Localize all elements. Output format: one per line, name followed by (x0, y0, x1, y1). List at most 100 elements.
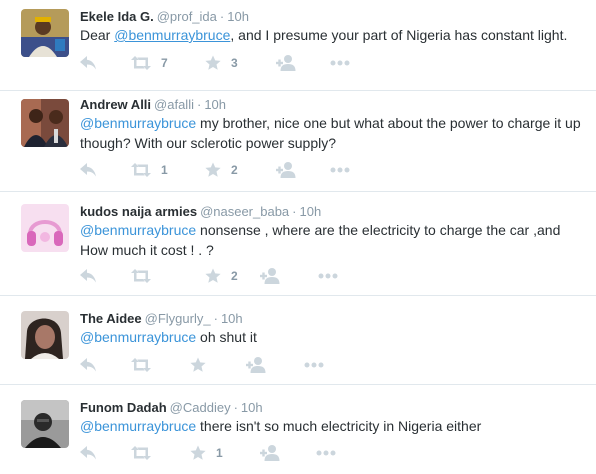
favorite-count: 2 (231, 269, 238, 283)
more-button[interactable] (330, 160, 350, 180)
follow-button[interactable] (276, 53, 296, 73)
user-handle[interactable]: @naseer_baba (200, 204, 289, 219)
retweet-button[interactable]: 7 (131, 53, 168, 73)
follow-icon (276, 55, 296, 71)
tweet-header: The Aidee @Flygurly_ · 10h (80, 311, 243, 327)
reply-button[interactable] (80, 443, 96, 463)
mention-link[interactable]: @benmurraybruce (80, 418, 196, 434)
retweet-icon (131, 358, 151, 372)
reply-icon (80, 446, 96, 460)
tweet-text: @benmurraybruce oh shut it (80, 327, 585, 347)
more-button[interactable] (318, 266, 338, 286)
tweet-header: Andrew Alli @afalli · 10h (80, 97, 226, 113)
more-button[interactable] (304, 355, 324, 375)
reply-icon (80, 56, 96, 70)
avatar[interactable] (21, 204, 69, 252)
timestamp[interactable]: 10h (204, 97, 226, 112)
tweet-text-body: there isn't so much electricity in Niger… (196, 418, 482, 434)
retweet-button[interactable] (131, 266, 161, 286)
tweet-text: Dear @benmurraybruce, and I presume your… (80, 25, 585, 45)
reply-button[interactable] (80, 160, 96, 180)
follow-button[interactable] (246, 355, 266, 375)
tweet-actions (80, 355, 380, 375)
tweet-header: Ekele Ida G. @prof_ida · 10h (80, 9, 249, 25)
follow-button[interactable] (260, 266, 280, 286)
retweet-button[interactable]: 1 (131, 160, 168, 180)
favorite-button[interactable]: 2 (205, 266, 238, 286)
favorite-button[interactable]: 1 (190, 443, 223, 463)
timestamp[interactable]: 10h (227, 9, 249, 24)
user-fullname[interactable]: Funom Dadah (80, 400, 167, 415)
user-fullname[interactable]: The Aidee (80, 311, 142, 326)
retweet-icon (131, 163, 151, 177)
separator: · (219, 9, 225, 24)
follow-icon (246, 357, 266, 373)
more-icon (316, 450, 336, 456)
favorite-button[interactable] (190, 355, 216, 375)
favorite-count: 1 (216, 446, 223, 460)
star-icon (205, 162, 221, 177)
follow-button[interactable] (260, 443, 280, 463)
avatar[interactable] (21, 99, 69, 147)
tweet-text: @benmurraybruce there isn't so much elec… (80, 416, 585, 436)
mention-link[interactable]: @benmurraybruce (114, 27, 230, 43)
user-fullname[interactable]: Andrew Alli (80, 97, 151, 112)
avatar[interactable] (21, 400, 69, 448)
reply-icon (80, 358, 96, 372)
tweet-text: @benmurraybruce my brother, nice one but… (80, 113, 585, 153)
tweet-actions: 2 (80, 266, 380, 286)
retweet-icon (131, 269, 151, 283)
more-button[interactable] (316, 443, 336, 463)
tweet-header: kudos naija armies @naseer_baba · 10h (80, 204, 321, 220)
favorite-count: 3 (231, 56, 238, 70)
tweet: Andrew Alli @afalli · 10h @benmurraybruce m… (0, 91, 596, 192)
tweet-header: Funom Dadah @Caddiey · 10h (80, 400, 263, 416)
avatar[interactable] (21, 9, 69, 57)
follow-icon (260, 445, 280, 461)
mention-link[interactable]: @benmurraybruce (80, 329, 196, 345)
retweet-count: 7 (161, 56, 168, 70)
retweet-icon (131, 56, 151, 70)
mention-link[interactable]: @benmurraybruce (80, 115, 196, 131)
timestamp[interactable]: 10h (300, 204, 322, 219)
star-icon (190, 357, 206, 372)
timestamp[interactable]: 10h (241, 400, 263, 415)
retweet-button[interactable] (131, 443, 161, 463)
user-handle[interactable]: @Flygurly_ (145, 311, 211, 326)
retweet-button[interactable] (131, 355, 161, 375)
mention-link[interactable]: @benmurraybruce (80, 222, 196, 238)
separator: · (292, 204, 297, 219)
follow-icon (276, 162, 296, 178)
more-icon (330, 167, 350, 173)
tweet: Funom Dadah @Caddiey · 10h @benmurraybruce … (0, 385, 596, 474)
star-icon (205, 55, 221, 70)
reply-button[interactable] (80, 53, 96, 73)
more-icon (304, 362, 324, 368)
favorite-button[interactable]: 2 (205, 160, 238, 180)
tweet: kudos naija armies @naseer_baba · 10h @benm… (0, 192, 596, 296)
star-icon (190, 445, 206, 460)
user-handle[interactable]: @afalli (154, 97, 194, 112)
tweet-text-body: oh shut it (196, 329, 257, 345)
separator: · (213, 311, 218, 326)
user-handle[interactable]: @Caddiey (170, 400, 231, 415)
timestamp[interactable]: 10h (221, 311, 243, 326)
more-button[interactable] (330, 53, 350, 73)
reply-button[interactable] (80, 355, 96, 375)
user-fullname[interactable]: Ekele Ida G. (80, 9, 154, 24)
more-icon (330, 60, 350, 66)
tweet: Ekele Ida G. @prof_ida · 10h Dear @benmurra… (0, 0, 596, 91)
reply-button[interactable] (80, 266, 96, 286)
user-handle[interactable]: @prof_ida (157, 9, 217, 24)
tweet-text-body: , and I presume your part of Nigeria has… (230, 27, 568, 43)
follow-icon (260, 268, 280, 284)
reply-icon (80, 269, 96, 283)
retweet-count: 1 (161, 163, 168, 177)
separator: · (196, 97, 202, 112)
follow-button[interactable] (276, 160, 296, 180)
retweet-icon (131, 446, 151, 460)
favorite-button[interactable]: 3 (205, 53, 238, 73)
user-fullname[interactable]: kudos naija armies (80, 204, 197, 219)
avatar[interactable] (21, 311, 69, 359)
tweet: The Aidee @Flygurly_ · 10h @benmurraybruce … (0, 296, 596, 385)
